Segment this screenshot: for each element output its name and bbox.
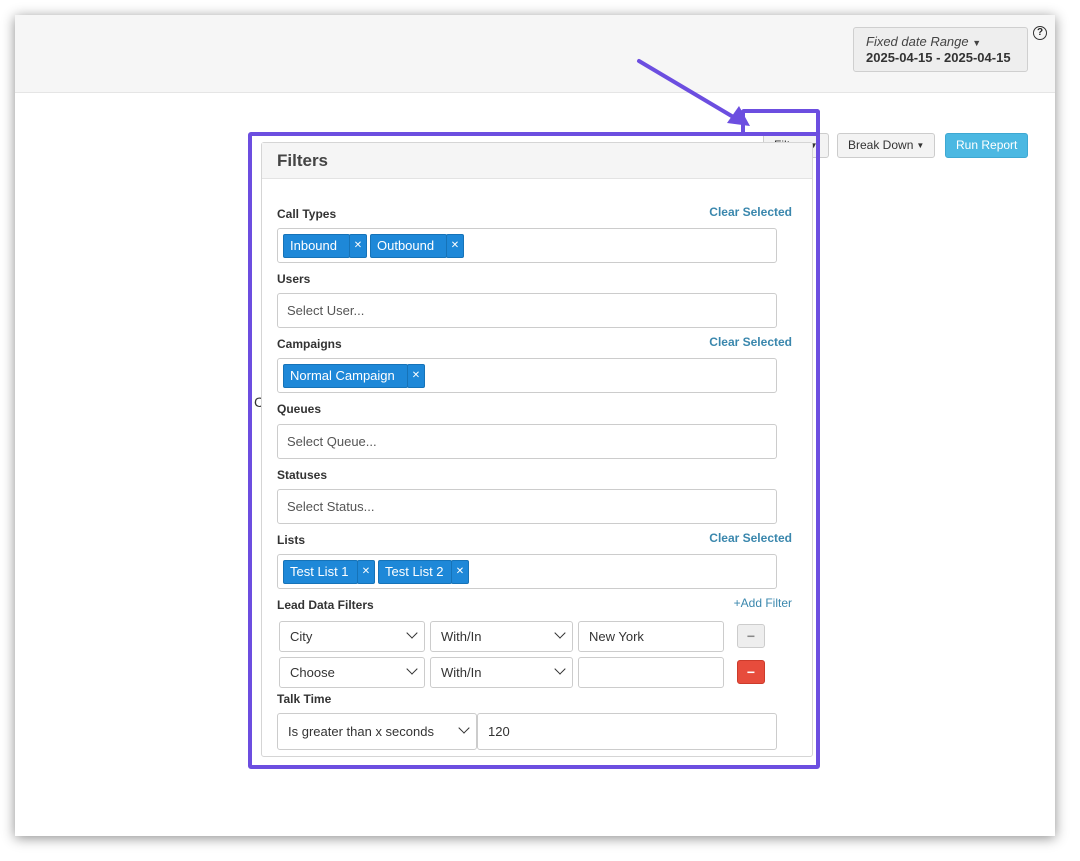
breakdown-button[interactable]: Break Down ▼ — [837, 133, 936, 158]
highlight-box-tab — [741, 109, 820, 136]
date-range-value: 2025-04-15 - 2025-04-15 — [866, 50, 1011, 65]
run-report-button[interactable]: Run Report — [945, 133, 1029, 158]
date-range-picker[interactable]: Fixed date Range ▼ 2025-04-15 - 2025-04-… — [853, 27, 1028, 72]
help-icon[interactable]: ? — [1033, 26, 1047, 40]
highlight-box — [248, 132, 820, 769]
breakdown-button-label: Break Down — [848, 138, 914, 152]
date-range-label: Fixed date Range — [866, 34, 969, 49]
top-bar: Fixed date Range ▼ 2025-04-15 - 2025-04-… — [15, 15, 1055, 93]
caret-down-icon: ▼ — [916, 141, 925, 150]
caret-down-icon: ▼ — [972, 38, 982, 48]
